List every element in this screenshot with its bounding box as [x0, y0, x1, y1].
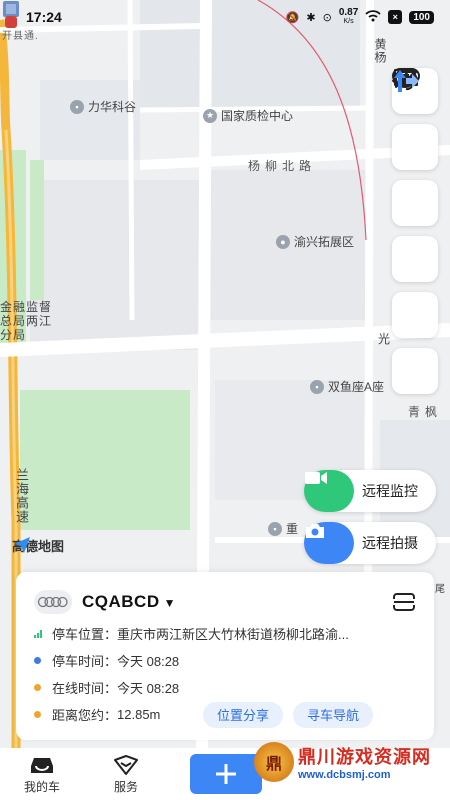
watermark-url: www.dcbsmj.com — [298, 769, 391, 781]
watermark-title: 鼎川游戏资源网 — [298, 747, 431, 767]
satellite-button[interactable] — [392, 68, 438, 226]
info-row-park-time: 停车时间： 今天 08:28 — [34, 647, 416, 674]
scan-icon[interactable] — [392, 591, 416, 613]
map-poi-chong[interactable]: ▪ 重 — [268, 520, 298, 537]
bluetooth-icon: ✱ — [306, 11, 316, 24]
more-button[interactable] — [392, 68, 438, 170]
add-button[interactable] — [190, 754, 262, 794]
map-poi-yuxing[interactable]: ● 渝兴拓展区 — [276, 233, 354, 250]
service-icon — [114, 754, 138, 775]
poi-pin-icon: ▪ — [70, 99, 84, 114]
status-bar: 17:24 🔕 ✱ ⊙ 0.87 K/s × 100 — [0, 0, 450, 34]
tab-my-car[interactable]: 我的车 — [0, 754, 84, 795]
share-location-button[interactable]: 位置分享 — [203, 701, 284, 728]
map-poi-zhijian[interactable]: ★ 国家质检中心 — [203, 107, 293, 124]
watermark: 鼎 鼎川游戏资源网 www.dcbsmj.com — [254, 742, 431, 782]
view-button[interactable] — [392, 68, 438, 338]
parking-time: 今天 08:28 — [117, 654, 180, 669]
battery-indicator: 100 — [409, 10, 434, 24]
distance-value: 12.85m — [117, 707, 161, 722]
parking-location: 重庆市两江新区大竹林街道杨柳北路渝... — [117, 627, 349, 642]
map-road-qingfeng: 青枫 — [408, 405, 443, 419]
map-road-yangliu: 杨柳北路 — [248, 159, 317, 173]
map-poi-finance-3: 分局 — [0, 328, 27, 342]
remote-photo-button[interactable]: 远程拍摄 — [304, 522, 436, 564]
status-dot — [34, 711, 41, 718]
info-row-distance: 距离您约： 12.85m 位置分享 寻车导航 — [34, 701, 416, 728]
amap-logo-icon — [14, 537, 30, 553]
status-time: 17:24 — [26, 9, 62, 25]
caret-down-icon: ▼ — [163, 596, 176, 610]
audi-logo-icon — [34, 590, 72, 614]
online-time: 今天 08:28 — [117, 681, 180, 696]
location-icon: ⊙ — [322, 11, 332, 24]
signal-icon — [34, 629, 42, 638]
map-tool-column — [392, 68, 438, 394]
plate-number: CQABCD — [82, 592, 160, 611]
plus-icon — [216, 764, 236, 784]
my-car-icon — [31, 757, 53, 773]
status-dot — [34, 684, 41, 691]
camera-icon — [304, 522, 354, 564]
poi-pin-icon: ▪ — [310, 379, 324, 394]
wifi-icon — [365, 9, 381, 25]
map-attribution: 高德地图 — [12, 536, 64, 555]
direction-button[interactable] — [392, 70, 438, 394]
watermark-seal: 鼎 — [254, 742, 294, 782]
map-highway-label: 兰海高速 — [14, 468, 29, 524]
notification-x-icon: × — [388, 10, 403, 24]
poi-pin-icon: ● — [276, 234, 290, 249]
vehicle-info-card: CQABCD ▼ 停车位置： 重庆市两江新区大竹林街道杨柳北路渝... 停车时间：… — [16, 572, 434, 740]
mute-icon: 🔕 — [285, 11, 300, 24]
map-road-huangyang: 黄杨 — [373, 38, 387, 64]
remote-photo-label: 远程拍摄 — [362, 535, 418, 551]
video-icon — [304, 470, 354, 512]
network-speed: 0.87 K/s — [338, 7, 359, 26]
status-dot — [34, 657, 41, 664]
map-poi-shuangyu[interactable]: ▪ 双鱼座A座 — [310, 378, 384, 395]
poi-star-icon: ★ — [203, 108, 217, 123]
car-view-button[interactable] — [392, 71, 438, 282]
info-row-online-time: 在线时间： 今天 08:28 — [34, 674, 416, 701]
direction-icon — [394, 70, 419, 92]
poi-pin-icon: ▪ — [268, 521, 282, 536]
vehicle-selector[interactable]: CQABCD ▼ — [34, 590, 176, 614]
map-poi-lihua[interactable]: ▪ 力华科谷 — [70, 98, 136, 115]
find-car-nav-button[interactable]: 寻车导航 — [293, 701, 374, 728]
tab-service[interactable]: 服务 — [84, 754, 168, 795]
remote-monitor-button[interactable]: 远程监控 — [304, 470, 436, 512]
info-row-location: 停车位置： 重庆市两江新区大竹林街道杨柳北路渝... — [34, 620, 416, 647]
remote-monitor-label: 远程监控 — [362, 483, 418, 499]
map-road-guang: 光 — [378, 332, 392, 346]
